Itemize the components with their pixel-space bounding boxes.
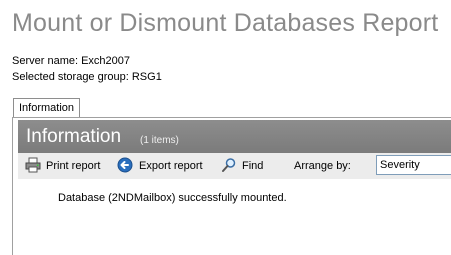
- storage-group-line: Selected storage group: RSG1: [12, 71, 162, 83]
- arrange-by-label: Arrange by:: [294, 160, 351, 172]
- magnifier-icon: [222, 158, 236, 172]
- export-report-label: Export report: [139, 160, 203, 172]
- tab-information[interactable]: Information: [13, 98, 81, 117]
- print-report-label: Print report: [46, 160, 101, 172]
- find-label: Find: [242, 160, 264, 172]
- panel-header: Information (1 items): [18, 120, 451, 153]
- item-count: (1 items): [140, 135, 179, 146]
- panel-title: Information: [26, 126, 122, 147]
- result-list: Database (2NDMailbox) successfully mount…: [18, 179, 451, 255]
- print-report-button[interactable]: Print report: [25, 157, 105, 173]
- report-title: Mount or Dismount Databases Report: [12, 9, 439, 37]
- list-item[interactable]: Database (2NDMailbox) successfully mount…: [58, 192, 287, 204]
- information-panel: Information (1 items) Print report Expor…: [12, 117, 451, 255]
- export-report-button[interactable]: Export report: [117, 157, 212, 173]
- server-name-line: Server name: Exch2007: [12, 55, 131, 67]
- arrange-by-select[interactable]: Severity: [376, 155, 451, 175]
- printer-icon: [25, 157, 41, 173]
- toolbar: Print report Export report Find Arrange …: [18, 153, 451, 179]
- export-arrow-icon: [117, 157, 133, 173]
- find-button[interactable]: Find: [221, 158, 266, 173]
